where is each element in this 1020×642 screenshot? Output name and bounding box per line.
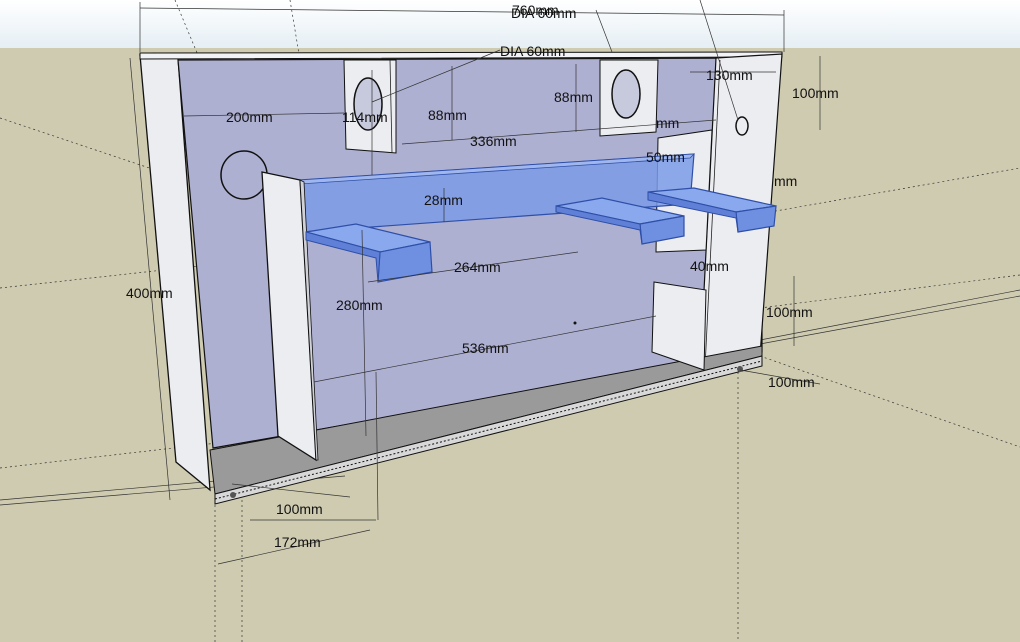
dim-back-width: 200mm <box>226 109 273 125</box>
right-foot <box>737 366 743 372</box>
dim-height-total: 400mm <box>126 285 173 301</box>
dim-right-clip: mm <box>774 173 797 189</box>
dim-port-drop-left: 88mm <box>428 107 467 123</box>
dim-port-offset: 114mm <box>342 109 388 125</box>
dim-inner-depth: 40mm <box>690 258 729 274</box>
dim-inner-width: 536mm <box>462 340 509 356</box>
dim-dia-top: DIA 60mm <box>500 43 565 59</box>
dim-foot-depth: 100mm <box>768 374 815 390</box>
dim-port-drop-right: 88mm <box>554 89 593 105</box>
dim-divider-height: 280mm <box>336 297 383 313</box>
dim-foot-height: 100mm <box>766 304 813 320</box>
sketchup-viewport[interactable]: 760mm DIA 60mm DIA 60mm 200mm 114mm 88mm… <box>0 0 1020 642</box>
dim-brace-span: 264mm <box>454 259 501 275</box>
dim-base-offset: 100mm <box>276 501 323 517</box>
dim-port-spacing: 336mm <box>470 133 517 149</box>
dim-brace-height: 28mm <box>424 192 463 208</box>
dim-clip-top: mm <box>656 115 679 131</box>
dim-base-depth: 172mm <box>274 534 321 550</box>
dim-top-overlay: DIA 60mm <box>511 5 576 21</box>
port-hole-right <box>611 69 641 119</box>
dim-right-inset: 130mm <box>706 67 753 83</box>
left-foot <box>230 492 236 498</box>
dim-shelf-depth: 50mm <box>646 149 685 165</box>
dim-right-height: 100mm <box>792 85 839 101</box>
cabinet-drawing: 760mm DIA 60mm DIA 60mm 200mm 114mm 88mm… <box>0 0 1020 642</box>
